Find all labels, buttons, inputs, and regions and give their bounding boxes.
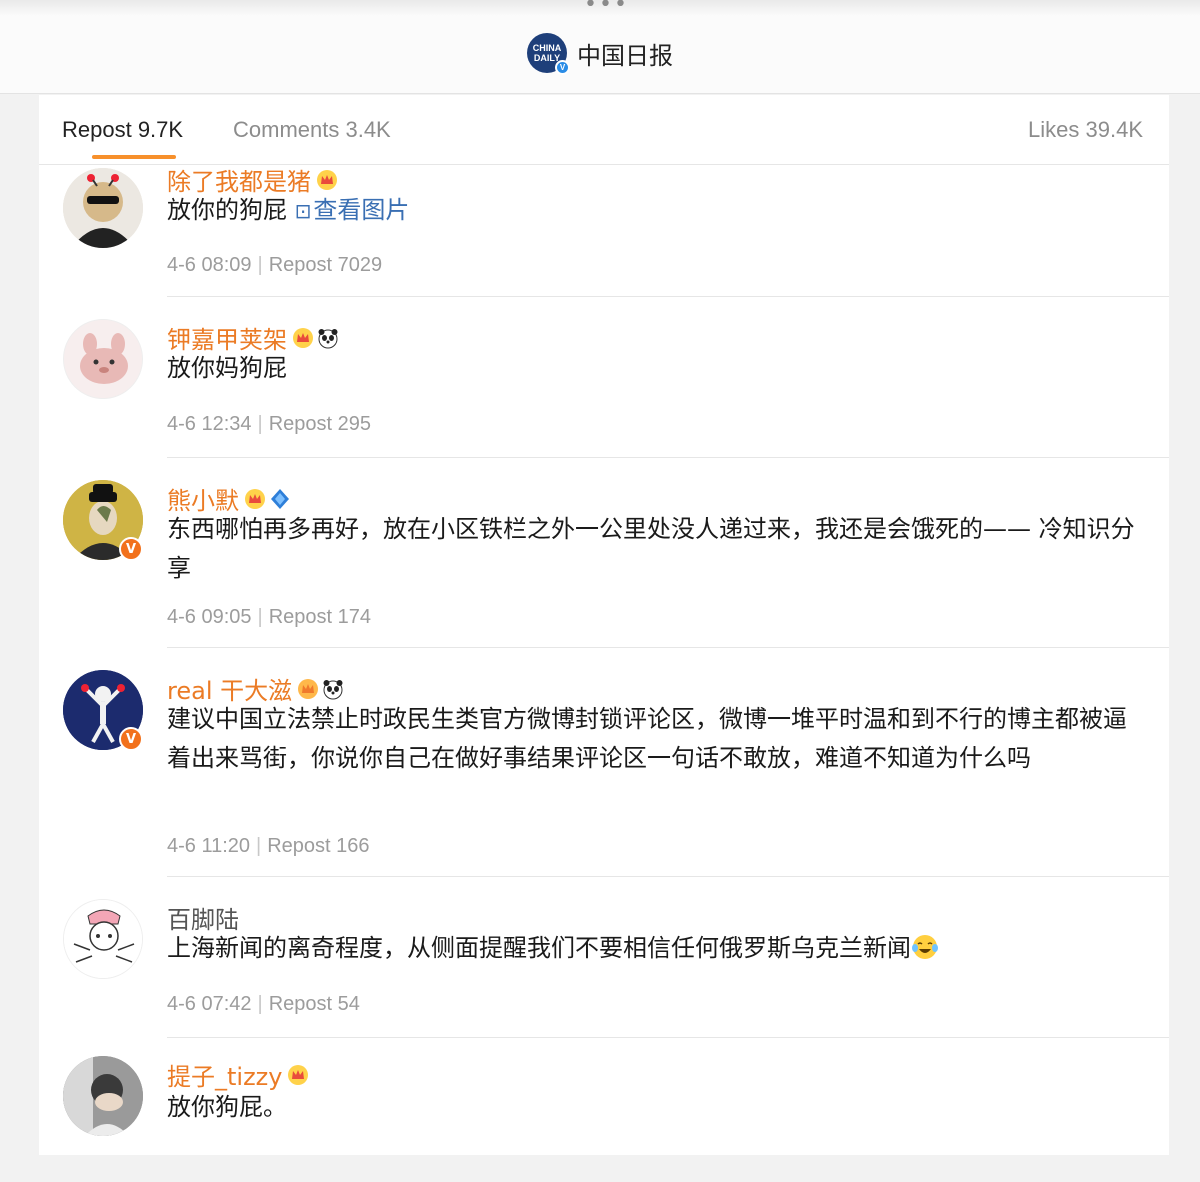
repost-text: 上海新闻的离奇程度，从侧面提醒我们不要相信任何俄罗斯乌克兰新闻	[167, 929, 1147, 968]
repost-meta: 4-6 07:42 | Repost 54	[167, 993, 360, 1016]
timestamp: 4-6 09:05	[167, 606, 252, 628]
bottom-strip	[0, 1155, 1200, 1182]
tab-repost[interactable]: Repost 9.7K	[62, 117, 183, 143]
repost-text: 放你狗屁。	[167, 1093, 287, 1121]
verified-badge-icon: V	[119, 727, 143, 751]
list-item[interactable]: V 熊小默 东西哪怕再多再好，放在小区铁栏之外一公里处没人递过来，我还是会饿死的…	[39, 458, 1169, 648]
repost-panel: Repost 9.7K Comments 3.4K Likes 39.4K 除了…	[39, 95, 1169, 1155]
meta-divider: |	[257, 254, 263, 276]
list-item[interactable]: 钾嘉甲荚架 放你妈狗屁 4-6 12:34 | Repost 295	[39, 297, 1169, 458]
repost-text: 放你妈狗屁	[167, 354, 287, 382]
username-text: 提子_tizzy	[167, 1063, 283, 1091]
tab-comments[interactable]: Comments 3.4K	[233, 117, 391, 143]
laugh-cry-icon	[911, 933, 939, 961]
avatar-image	[63, 1056, 143, 1136]
repost-text: 东西哪怕再多再好，放在小区铁栏之外一公里处没人递过来，我还是会饿死的—— 冷知识…	[167, 515, 1135, 582]
account-header[interactable]: CHINA DAILY V 中国日报	[527, 32, 673, 75]
list-item[interactable]: 提子_tizzy 放你狗屁。	[39, 1038, 1169, 1155]
timestamp: 4-6 07:42	[167, 993, 252, 1015]
china-daily-logo: CHINA DAILY V	[527, 33, 570, 75]
avatar[interactable]	[63, 319, 143, 399]
account-name: 中国日报	[577, 41, 673, 70]
blue-shield-icon	[269, 488, 291, 510]
repost-meta: 4-6 12:34 | Repost 295	[167, 413, 371, 436]
meta-divider: |	[256, 835, 262, 857]
meta-divider: |	[257, 993, 263, 1015]
panda-icon	[317, 327, 339, 349]
repost-text: 放你的狗屁 ⊡查看图片	[167, 191, 1147, 231]
list-item[interactable]: 除了我都是猪 放你的狗屁 ⊡查看图片 4-6 08:09 | Repost 7029	[39, 166, 1169, 297]
image-icon: ⊡	[294, 199, 312, 223]
panda-icon	[322, 678, 344, 700]
active-tab-indicator	[92, 155, 176, 159]
crown-icon	[244, 488, 266, 510]
timestamp: 4-6 12:34	[167, 413, 252, 435]
crown-icon	[292, 327, 314, 349]
repost-count[interactable]: Repost 295	[269, 413, 371, 435]
crown-icon	[316, 169, 338, 191]
repost-count[interactable]: Repost 166	[267, 835, 369, 857]
avatar[interactable]	[63, 168, 143, 248]
more-dots-icon[interactable]: •••	[584, 0, 629, 17]
avatar-image	[64, 320, 142, 398]
repost-text-body: 放你的狗屁	[167, 196, 295, 224]
avatar-image	[64, 900, 142, 978]
avatar[interactable]	[63, 899, 143, 979]
repost-text: 建议中国立法禁止时政民生类官方微博封锁评论区，微博一堆平时温和到不行的博主都被逼…	[167, 705, 1127, 772]
verified-badge-icon: V	[119, 537, 143, 561]
crown-icon	[287, 1064, 309, 1086]
repost-text-body: 上海新闻的离奇程度，从侧面提醒我们不要相信任何俄罗斯乌克兰新闻	[167, 934, 911, 962]
username[interactable]: 提子_tizzy	[167, 1057, 309, 1092]
tab-likes[interactable]: Likes 39.4K	[1028, 117, 1143, 143]
repost-meta: 4-6 09:05 | Repost 174	[167, 606, 371, 629]
timestamp: 4-6 08:09	[167, 254, 252, 276]
list-item[interactable]: V real 干大滋 建议中国立法禁止时政民生类官方微博封锁评论区，微博一堆平时…	[39, 648, 1169, 877]
avatar[interactable]	[63, 1056, 143, 1136]
meta-divider: |	[257, 413, 263, 435]
view-image-link[interactable]: 查看图片	[313, 196, 409, 224]
repost-count[interactable]: Repost 174	[269, 606, 371, 628]
crown-icon	[297, 678, 319, 700]
tab-bar: Repost 9.7K Comments 3.4K Likes 39.4K	[39, 95, 1169, 165]
repost-count[interactable]: Repost 54	[269, 993, 360, 1015]
avatar-image	[63, 168, 143, 248]
logo-line-1: CHINA	[532, 43, 562, 53]
repost-meta: 4-6 11:20 | Repost 166	[167, 835, 370, 858]
timestamp: 4-6 11:20	[167, 835, 251, 857]
repost-meta: 4-6 08:09 | Repost 7029	[167, 254, 382, 277]
list-item[interactable]: 百脚陆 上海新闻的离奇程度，从侧面提醒我们不要相信任何俄罗斯乌克兰新闻 4-6 …	[39, 877, 1169, 1038]
meta-divider: |	[257, 606, 263, 628]
top-bar: ••• CHINA DAILY V 中国日报	[0, 0, 1200, 94]
repost-count[interactable]: Repost 7029	[269, 254, 382, 276]
verified-icon: V	[555, 60, 570, 75]
